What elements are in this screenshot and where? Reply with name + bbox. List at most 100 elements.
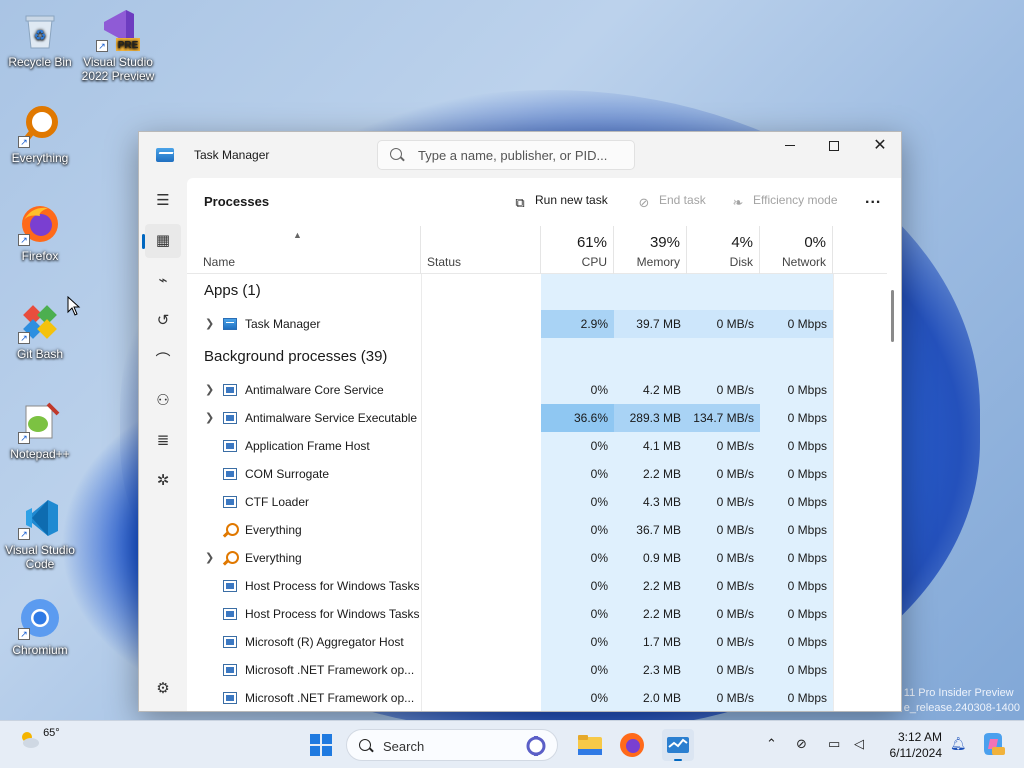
process-name: Microsoft .NET Framework op... <box>245 663 415 677</box>
column-header-disk[interactable]: 4% Disk <box>687 226 760 274</box>
taskbar-search-box[interactable]: Search <box>346 729 558 761</box>
taskbar-clock[interactable]: 3:12 AM 6/11/2024 <box>880 729 943 761</box>
file-explorer-taskbar-button[interactable] <box>576 731 604 759</box>
table-row[interactable]: CTF Loader 0% 4.3 MB 0 MB/s 0 Mbps <box>187 488 887 516</box>
desktop-icon-visual-studio-2022-preview[interactable]: PRE ↗ Visual Studio 2022 Preview <box>80 8 156 83</box>
table-row[interactable]: COM Surrogate 0% 2.2 MB 0 MB/s 0 Mbps <box>187 460 887 488</box>
show-hidden-icons-chevron-icon[interactable]: ⌃ <box>766 736 777 752</box>
network-cell: 0 Mbps <box>760 460 833 488</box>
task-manager-process-icon <box>223 318 237 330</box>
nav-app-history[interactable]: ↺ <box>145 304 181 338</box>
efficiency-mode-button[interactable]: ❧ Efficiency mode <box>731 193 838 210</box>
firefox-icon: ↗ <box>18 202 62 246</box>
nav-users[interactable]: ⚇ <box>145 384 181 418</box>
column-label: CPU <box>581 255 607 269</box>
disk-cell: 0 MB/s <box>687 656 760 684</box>
git-bash-icon: ↗ <box>18 300 62 344</box>
volume-icon[interactable]: ◁ <box>854 736 864 752</box>
column-header-memory[interactable]: 39% Memory <box>614 226 687 274</box>
desktop-icon-everything[interactable]: ↗ Everything <box>2 104 78 165</box>
disk-cell: 0 MB/s <box>687 488 760 516</box>
more-options-button[interactable]: ... <box>865 190 881 208</box>
table-row[interactable]: ❯ Task Manager 2.9% 39.7 MB 0 MB/s 0 Mbp… <box>187 310 887 338</box>
expand-chevron-icon[interactable]: ❯ <box>205 310 215 338</box>
disk-cell: 0 MB/s <box>687 516 760 544</box>
process-name-cell: Microsoft .NET Framework op... <box>187 684 421 711</box>
process-window-icon <box>223 636 237 648</box>
column-header-name[interactable]: ▲ Name <box>187 226 421 274</box>
expand-chevron-icon[interactable]: ❯ <box>205 404 215 432</box>
process-name: Host Process for Windows Tasks <box>245 607 420 621</box>
process-name-cell: Host Process for Windows Tasks <box>187 600 421 628</box>
mouse-cursor-icon <box>67 296 81 316</box>
hamburger-menu-button[interactable]: ☰ <box>145 184 181 218</box>
performance-icon: ⌁ <box>158 272 168 289</box>
windows-logo-icon <box>310 734 332 756</box>
details-list-icon: ≣ <box>156 432 170 449</box>
start-button[interactable] <box>307 731 335 759</box>
run-new-task-button[interactable]: ⧉ Run new task <box>513 193 608 210</box>
everything-process-icon <box>223 523 239 536</box>
table-row[interactable]: ❯ Antimalware Service Executable 36.6% 289.… <box>187 404 887 432</box>
task-manager-taskbar-button[interactable] <box>662 729 694 761</box>
vertical-scrollbar[interactable] <box>891 290 894 342</box>
active-indicator <box>674 759 682 761</box>
nav-processes[interactable]: ▦ <box>142 224 181 258</box>
desktop-icon-recycle-bin[interactable]: ♻ Recycle Bin <box>2 8 78 69</box>
table-row[interactable]: Microsoft (R) Aggregator Host 0% 1.7 MB 0 M… <box>187 628 887 656</box>
disk-cell: 0 MB/s <box>687 544 760 572</box>
column-percent: 39% <box>649 234 680 251</box>
table-row[interactable]: Microsoft .NET Framework op... 0% 2.3 MB 0 … <box>187 656 887 684</box>
expand-chevron-icon[interactable]: ❯ <box>205 376 215 404</box>
desktop-icon-visual-studio-code[interactable]: ↗ Visual Studio Code <box>2 496 78 571</box>
network-disconnected-icon[interactable]: ⊘ <box>796 736 807 752</box>
firefox-icon <box>620 733 644 757</box>
minimize-button[interactable] <box>767 132 813 162</box>
notification-bell-icon[interactable]: 🔔︎ <box>950 736 967 752</box>
table-row[interactable]: ❯ Everything 0% 0.9 MB 0 MB/s 0 Mbps <box>187 544 887 572</box>
history-icon: ↺ <box>156 312 170 329</box>
weather-widget[interactable]: 65° <box>18 727 60 749</box>
end-task-button[interactable]: ⊘ End task <box>637 193 706 210</box>
disk-cell: 0 MB/s <box>687 572 760 600</box>
nav-performance[interactable]: ⌁ <box>145 264 181 298</box>
table-row[interactable]: Microsoft .NET Framework op... 0% 2.0 MB 0 … <box>187 684 887 711</box>
cpu-cell: 0% <box>541 572 614 600</box>
clock-date: 6/11/2024 <box>889 746 943 760</box>
desktop-icon-firefox[interactable]: ↗ Firefox <box>2 202 78 263</box>
nav-details[interactable]: ≣ <box>145 424 181 458</box>
search-input[interactable] <box>418 146 628 164</box>
watermark-line: 11 Pro Insider Preview <box>903 687 1014 699</box>
title-bar[interactable]: Task Manager ✕ <box>139 132 901 178</box>
copilot-button[interactable] <box>980 731 1008 759</box>
shortcut-arrow-icon: ↗ <box>18 432 30 444</box>
efficiency-mode-label: Efficiency mode <box>753 193 838 207</box>
process-name-cell: Host Process for Windows Tasks <box>187 572 421 600</box>
expand-chevron-icon[interactable]: ❯ <box>205 544 215 572</box>
close-button[interactable]: ✕ <box>857 132 901 162</box>
table-row[interactable]: Host Process for Windows Tasks 0% 2.2 MB 0 … <box>187 600 887 628</box>
nav-settings[interactable]: ⚙ <box>145 672 181 706</box>
task-manager-logo-icon <box>156 148 174 162</box>
run-new-task-label: Run new task <box>535 193 608 207</box>
column-header-cpu[interactable]: 61% CPU <box>541 226 614 274</box>
process-search-box[interactable] <box>377 140 635 170</box>
column-header-network[interactable]: 0% Network <box>760 226 833 274</box>
process-name: Everything <box>245 551 302 565</box>
desktop-icon-notepad-plus-plus[interactable]: ↗ Notepad++ <box>2 400 78 461</box>
table-row[interactable]: Host Process for Windows Tasks 0% 2.2 MB 0 … <box>187 572 887 600</box>
column-header-status[interactable]: Status <box>421 226 541 274</box>
display-icon[interactable]: ▭ <box>828 736 840 752</box>
taskbar: 65° Search ⌃ ⊘ ▭ ◁ 3:12 AM 6/11/2024 🔔︎ <box>0 720 1024 768</box>
process-name-cell: ❯ Antimalware Service Executable <box>187 404 421 432</box>
nav-services[interactable]: ✲ <box>145 464 181 498</box>
maximize-button[interactable] <box>811 132 857 162</box>
desktop-icon-chromium[interactable]: ↗ Chromium <box>2 596 78 657</box>
firefox-taskbar-button[interactable] <box>618 731 646 759</box>
table-row[interactable]: Everything 0% 36.7 MB 0 MB/s 0 Mbps <box>187 516 887 544</box>
table-row[interactable]: Application Frame Host 0% 4.1 MB 0 MB/s 0 Mb… <box>187 432 887 460</box>
nav-startup-apps[interactable]: ⌒ <box>145 344 181 378</box>
table-row[interactable]: ❯ Antimalware Core Service 0% 4.2 MB 0 MB/s 0… <box>187 376 887 404</box>
process-window-icon <box>223 692 237 704</box>
cpu-cell: 0% <box>541 600 614 628</box>
